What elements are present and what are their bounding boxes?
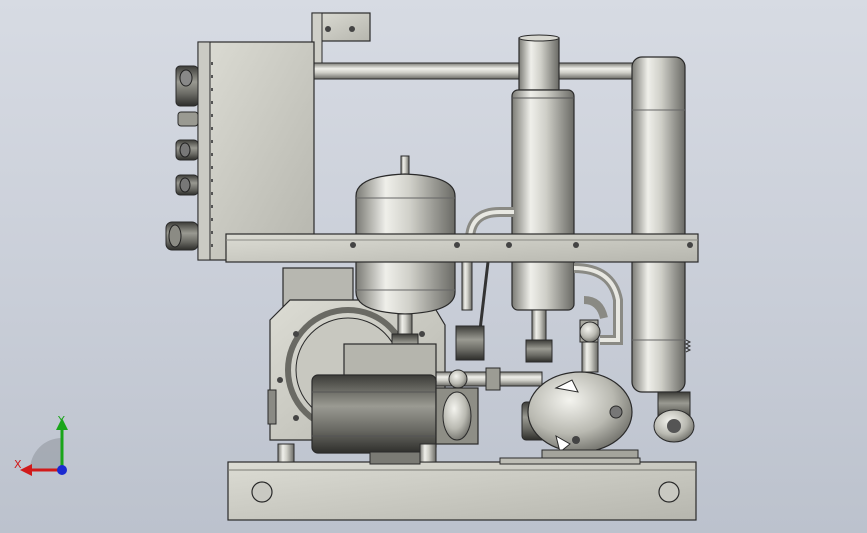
triad-y-label: Y	[57, 414, 65, 427]
base-mounting-hole-right	[658, 481, 680, 503]
control-box[interactable]	[165, 41, 315, 261]
upper-tie-rod[interactable]	[311, 62, 643, 80]
cad-viewport[interactable]: Y X	[0, 0, 867, 533]
cable-gland-1	[175, 65, 199, 107]
cable-gland-5	[165, 221, 199, 251]
coordinate-triad: Y X	[14, 414, 68, 476]
horizontal-frame-bar[interactable]	[225, 233, 699, 263]
triad-z-axis	[57, 465, 67, 475]
triad-x-label: X	[14, 458, 22, 471]
cable-gland-4	[175, 174, 199, 196]
triad-grey-wedge	[30, 438, 62, 470]
base-mounting-hole-left	[251, 481, 273, 503]
cable-gland-3	[175, 139, 199, 161]
cad-model-drawing: Y X	[14, 12, 699, 521]
base-plate[interactable]	[227, 461, 697, 521]
cable-gland-2	[177, 111, 199, 127]
vertical-receiver-cylinder[interactable]	[511, 34, 575, 363]
